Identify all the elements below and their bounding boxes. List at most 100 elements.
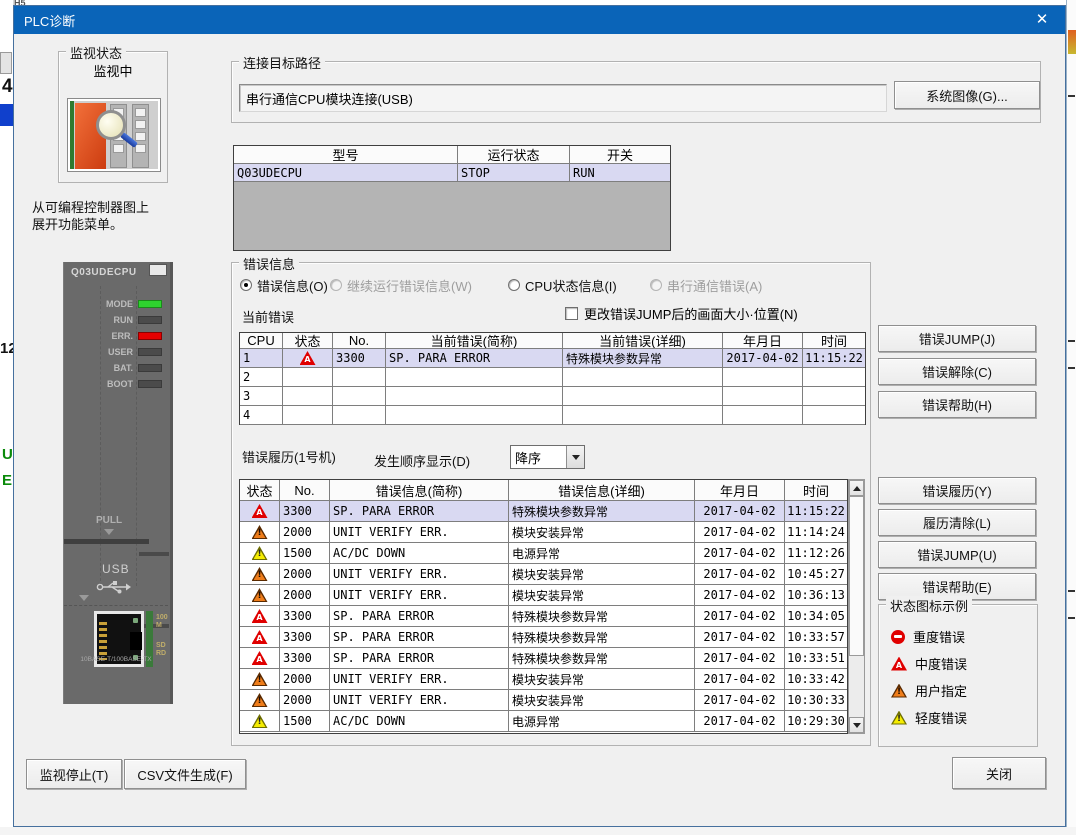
table-cell: 特殊模块参数异常 — [563, 349, 723, 368]
medium-error-icon: A — [252, 504, 268, 518]
status-icon-cell: ! — [240, 522, 280, 543]
table-row[interactable]: A3300SP. PARA ERROR特殊模块参数异常2017-04-0210:… — [240, 606, 847, 627]
table-row[interactable]: 4 — [240, 406, 865, 425]
radio-icon[interactable] — [508, 279, 520, 291]
history-clear-button[interactable]: 履历清除(L) — [878, 509, 1036, 536]
system-image-button[interactable]: 系统图像(G)... — [894, 81, 1040, 109]
arrow-down-icon — [79, 595, 89, 601]
table-row[interactable]: 2 — [240, 368, 865, 387]
table-row[interactable]: !2000UNIT VERIFY ERR.模块安装异常2017-04-0210:… — [240, 585, 847, 606]
legend-item: ! 用户指定 — [891, 681, 967, 700]
error-history-button[interactable]: 错误履历(Y) — [878, 477, 1036, 504]
scrollbar-thumb[interactable] — [849, 496, 864, 656]
table-cell — [386, 387, 563, 406]
checkbox-label: 更改错误JUMP后的画面大小·位置(N) — [584, 304, 798, 323]
table-row[interactable]: !2000UNIT VERIFY ERR.模块安装异常2017-04-0210:… — [240, 690, 847, 711]
dropdown-button[interactable] — [566, 446, 584, 468]
table-cell: 时间 — [785, 480, 847, 501]
table-cell: 2017-04-02 — [695, 627, 785, 648]
scroll-down-button[interactable] — [849, 717, 864, 733]
table-cell: 11:12:26 — [785, 543, 847, 564]
table-cell: Q03UDECPU — [234, 164, 458, 182]
table-row[interactable]: A3300SP. PARA ERROR特殊模块参数异常2017-04-0210:… — [240, 627, 847, 648]
history-scrollbar[interactable] — [848, 479, 865, 734]
table-row[interactable]: A3300SP. PARA ERROR特殊模块参数异常2017-04-0210:… — [240, 648, 847, 669]
table-header-row: 状态No.错误信息(简称)错误信息(详细)年月日时间 — [240, 480, 847, 501]
user-specified-error-icon: ! — [252, 588, 268, 602]
table-row[interactable]: 3 — [240, 387, 865, 406]
radio-continue-error: 继续运行错误信息(W) — [330, 277, 472, 293]
close-icon[interactable]: ✕ — [1019, 6, 1065, 34]
background-fragment — [1068, 590, 1075, 592]
radio-error-info[interactable]: 错误信息(O) — [240, 277, 328, 293]
background-fragment: U — [2, 446, 13, 463]
radio-label: CPU状态信息(I) — [525, 276, 617, 295]
led-user — [138, 348, 162, 356]
monitor-status-group: 监视状态 监视中 — [58, 51, 168, 183]
table-row[interactable]: 1A3300SP. PARA ERROR特殊模块参数异常2017-04-0211… — [240, 349, 865, 368]
dialog-titlebar[interactable]: PLC诊断 ✕ — [14, 6, 1065, 34]
table-cell: SP. PARA ERROR — [330, 501, 509, 522]
port-base-label: 10BASE-T/100BASE-TX — [64, 656, 168, 663]
legend-label: 中度错误 — [915, 654, 967, 673]
checkbox-icon[interactable] — [565, 307, 578, 320]
led-row: USER — [64, 344, 168, 360]
table-cell: 年月日 — [723, 333, 803, 349]
resize-after-jump-checkbox[interactable]: 更改错误JUMP后的画面大小·位置(N) — [565, 304, 798, 323]
table-cell: No. — [280, 480, 330, 501]
error-jump-u-button[interactable]: 错误JUMP(U) — [878, 541, 1036, 568]
history-table-area: 状态No.错误信息(简称)错误信息(详细)年月日时间A3300SP. PARA … — [239, 479, 866, 734]
background-right-strip — [1066, 0, 1076, 835]
table-cell — [563, 368, 723, 387]
table-row[interactable]: !2000UNIT VERIFY ERR.模块安装异常2017-04-0210:… — [240, 669, 847, 690]
table-cell — [803, 406, 865, 425]
table-row[interactable]: !1500AC/DC DOWN电源异常2017-04-0211:12:26 — [240, 543, 847, 564]
background-fragment — [1068, 340, 1075, 342]
plc-image-part — [132, 104, 149, 168]
led-label: BAT. — [114, 363, 133, 373]
table-cell: 2000 — [280, 564, 330, 585]
background-fragment — [1068, 367, 1075, 369]
radio-cpu-status[interactable]: CPU状态信息(I) — [508, 277, 617, 293]
legend-label: 用户指定 — [915, 681, 967, 700]
radio-label: 错误信息(O) — [257, 276, 328, 295]
table-row[interactable]: !2000UNIT VERIFY ERR.模块安装异常2017-04-0210:… — [240, 564, 847, 585]
table-cell — [563, 387, 723, 406]
status-icon-cell: ! — [240, 543, 280, 564]
scroll-up-button[interactable] — [849, 480, 864, 496]
sort-order-dropdown[interactable]: 降序 — [510, 445, 585, 469]
table-row[interactable]: A3300SP. PARA ERROR特殊模块参数异常2017-04-0211:… — [240, 501, 847, 522]
led-row: MODE — [64, 296, 168, 312]
led-label: ERR. — [111, 331, 133, 341]
medium-error-icon: A — [252, 630, 268, 644]
table-cell: 2017-04-02 — [695, 522, 785, 543]
error-jump-j-button[interactable]: 错误JUMP(J) — [878, 325, 1036, 352]
severe-error-icon — [891, 630, 905, 644]
close-button[interactable]: 关闭 — [952, 757, 1046, 789]
radio-icon[interactable] — [240, 279, 252, 291]
user-specified-error-icon: ! — [891, 684, 907, 698]
led-row: ERR. — [64, 328, 168, 344]
screen: H5 4 12 U E PLC诊断 ✕ 监视状态 监视中 — [0, 0, 1076, 835]
table-cell: 当前错误(简称) — [386, 333, 563, 349]
radio-label: 继续运行错误信息(W) — [347, 276, 472, 295]
table-row[interactable]: Q03UDECPUSTOPRUN — [234, 164, 670, 182]
cpu-module-graphic[interactable]: Q03UDECPU MODERUNERR.USERBAT.BOOT PULL U… — [63, 262, 173, 704]
status-icon-cell: A — [283, 349, 333, 368]
table-cell: 2000 — [280, 690, 330, 711]
csv-generate-button[interactable]: CSV文件生成(F) — [124, 759, 246, 789]
table-row[interactable]: !1500AC/DC DOWN电源异常2017-04-0210:29:30 — [240, 711, 847, 732]
table-cell: 2017-04-02 — [695, 711, 785, 732]
module-table-empty-area — [234, 182, 670, 250]
arrow-up-icon — [853, 486, 861, 491]
connection-path-field[interactable]: 串行通信CPU模块连接(USB) — [239, 84, 887, 112]
legend-label: 轻度错误 — [915, 708, 967, 727]
error-help-h-button[interactable]: 错误帮助(H) — [878, 391, 1036, 418]
monitor-stop-button[interactable]: 监视停止(T) — [26, 759, 122, 789]
magnifier-icon — [96, 110, 126, 140]
table-cell: 电源异常 — [509, 711, 695, 732]
error-clear-button[interactable]: 错误解除(C) — [878, 358, 1036, 385]
table-cell: 时间 — [803, 333, 865, 349]
table-row[interactable]: !2000UNIT VERIFY ERR.模块安装异常2017-04-0211:… — [240, 522, 847, 543]
table-cell: 型号 — [234, 146, 458, 164]
